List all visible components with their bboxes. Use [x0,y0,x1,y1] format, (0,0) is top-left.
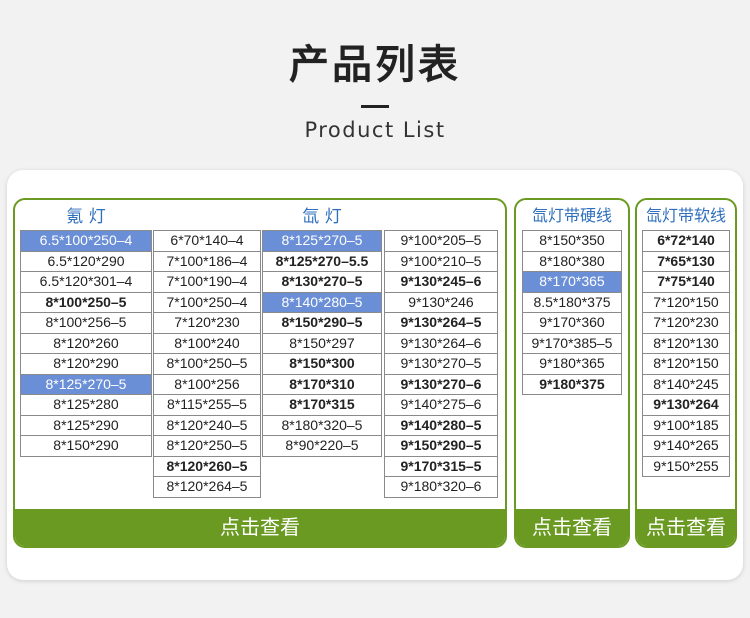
product-size-cell: 6*72*140 [642,230,730,252]
product-size-cell: 7*100*250–4 [153,291,261,313]
product-size-cell: 8*120*260 [20,332,152,354]
soft-wire-table: 6*72*140 7*65*130 7*75*140 7*120*150 7*120*2… [642,230,730,477]
product-size-cell: 8*130*270–5 [262,271,382,293]
product-size-cell: 9*170*360 [522,312,622,334]
product-size-cell: 9*100*205–5 [384,230,498,252]
product-size-cell: 8*150*350 [522,230,622,252]
product-size-cell: 8*120*264–5 [153,476,261,498]
product-size-cell: 6.5*120*301–4 [20,271,152,293]
product-size-cell: 8*120*250–5 [153,435,261,457]
product-size-cell: 8*150*290 [20,435,152,457]
product-size-cell: 9*100*210–5 [384,250,498,272]
product-size-cell: 9*150*255 [642,455,730,477]
krypton-lamp-title: 氪 灯 [66,207,106,227]
title-divider [361,105,389,108]
product-size-cell: 8*125*270–5 [262,230,382,252]
product-size-cell: 7*120*230 [642,312,730,334]
product-size-cell: 9*130*264–5 [384,312,498,334]
product-size-cell: 8*100*250–5 [20,291,152,313]
product-size-cell: 8*140*245 [642,373,730,395]
product-size-cell: 8*125*280 [20,394,152,416]
product-size-cell: 8*170*365 [522,271,622,293]
product-size-cell: 8*140*280–5 [262,291,382,313]
product-size-cell: 9*130*264 [642,394,730,416]
product-size-cell: 9*130*245–6 [384,271,498,293]
product-size-cell: 8*120*290 [20,353,152,375]
product-size-cell: 8*150*290–5 [262,312,382,334]
product-size-cell: 9*140*280–5 [384,414,498,436]
product-size-cell: 7*100*186–4 [153,250,261,272]
page-title: 产品列表 [289,42,461,88]
lamp-view-button[interactable]: 点击查看 [15,509,505,546]
product-size-cell: 6*70*140–4 [153,230,261,252]
product-size-cell: 8*90*220–5 [262,435,382,457]
product-size-cell: 8*150*300 [262,353,382,375]
product-size-cell: 8.5*180*375 [522,291,622,313]
product-size-cell: 9*150*290–5 [384,435,498,457]
product-size-cell: 8*180*380 [522,250,622,272]
product-size-cell: 6.5*100*250–4 [20,230,152,252]
product-size-cell: 9*130*270–5 [384,353,498,375]
product-size-cell: 8*125*290 [20,414,152,436]
hard-wire-title: 氙灯带硬线 [531,206,612,225]
product-size-cell: 9*170*385–5 [522,332,622,354]
product-size-cell: 9*130*270–6 [384,373,498,395]
lamp-table-col4: 9*100*205–5 9*100*210–5 9*130*245–6 9*130*2… [384,230,498,498]
product-size-cell: 6.5*120*290 [20,250,152,272]
product-size-cell: 8*180*320–5 [262,414,382,436]
product-size-cell: 8*170*315 [262,394,382,416]
hard-wire-table: 8*150*350 8*180*380 8*170*365 8.5*180*375 9*… [522,230,622,395]
product-size-cell: 9*140*275–6 [384,394,498,416]
product-size-cell: 8*170*310 [262,373,382,395]
product-size-cell: 7*65*130 [642,250,730,272]
lamp-table-col2: 6*70*140–4 7*100*186–4 7*100*190–4 7*100*25… [153,230,261,498]
soft-wire-title: 氙灯带软线 [645,206,726,225]
product-size-cell: 9*100*185 [642,414,730,436]
product-size-cell: 8*120*150 [642,353,730,375]
product-size-cell: 8*100*256–5 [20,312,152,334]
lamp-table-col1: 6.5*100*250–4 6.5*120*290 6.5*120*301–4 8*1… [20,230,152,457]
product-size-cell: 8*115*255–5 [153,394,261,416]
product-size-cell: 7*120*230 [153,312,261,334]
product-size-cell: 8*150*297 [262,332,382,354]
product-size-cell: 8*100*256 [153,373,261,395]
product-size-cell: 8*120*240–5 [153,414,261,436]
xenon-lamp-title: 氙 灯 [302,207,342,227]
lamp-table-col3: 8*125*270–5 8*125*270–5.5 8*130*270–5 8*140… [262,230,382,457]
product-size-cell: 8*100*240 [153,332,261,354]
product-size-cell: 8*100*250–5 [153,353,261,375]
hard-wire-view-button[interactable]: 点击查看 [516,509,628,546]
product-size-cell: 9*180*320–6 [384,476,498,498]
page-subtitle: Product List [304,118,446,142]
product-size-cell: 9*130*246 [384,291,498,313]
product-size-cell: 7*100*190–4 [153,271,261,293]
product-size-cell: 8*120*130 [642,332,730,354]
product-size-cell: 8*125*270–5.5 [262,250,382,272]
product-size-cell: 8*120*260–5 [153,455,261,477]
product-size-cell: 8*125*270–5 [20,373,152,395]
product-size-cell: 9*180*365 [522,353,622,375]
product-size-cell: 9*130*264–6 [384,332,498,354]
product-size-cell: 9*140*265 [642,435,730,457]
product-size-cell: 7*120*150 [642,291,730,313]
soft-wire-view-button[interactable]: 点击查看 [637,509,735,546]
product-size-cell: 9*170*315–5 [384,455,498,477]
product-size-cell: 9*180*375 [522,373,622,395]
product-size-cell: 7*75*140 [642,271,730,293]
